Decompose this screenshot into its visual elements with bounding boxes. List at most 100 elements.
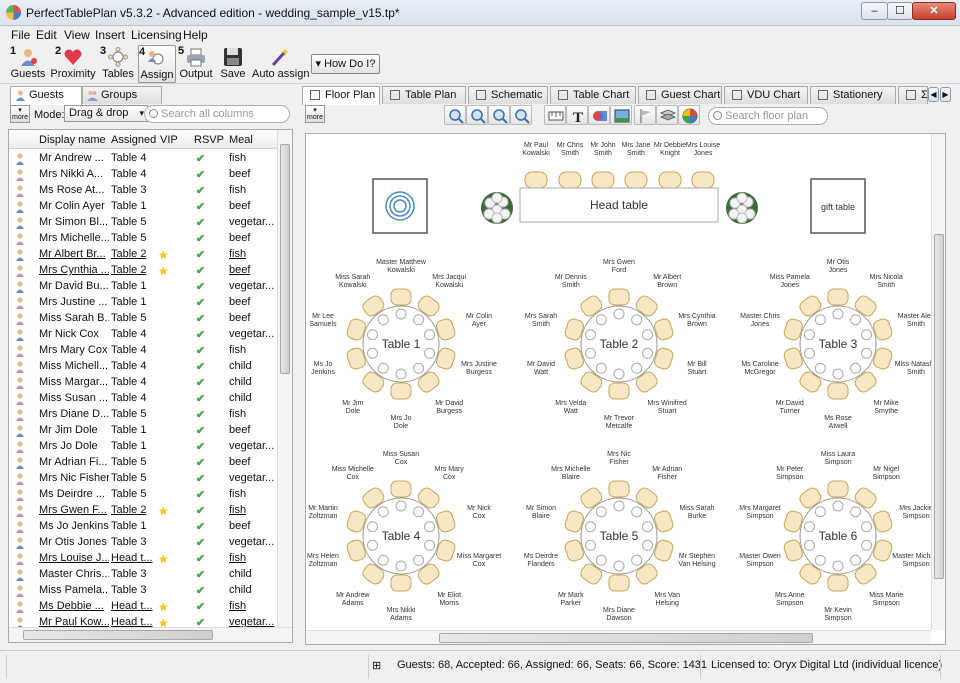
table-row[interactable]: Miss Susan ... Table 4 ✔ child [9,391,277,407]
tab-view-7[interactable]: Σ R [898,86,928,104]
table-row[interactable]: Mr David Bu... Table 1 ✔ vegetar... [9,279,277,295]
floor-search-input[interactable]: Search floor plan [708,107,828,125]
table-row[interactable]: Miss Michell... Table 4 ✔ child [9,359,277,375]
table-row[interactable]: Mr Otis Jones Table 3 ✔ vegetar... [9,535,277,551]
round-table[interactable]: Table 4 Miss Susan Cox Mrs Mary Cox Mr Nick Co… [307,451,501,622]
chair[interactable] [390,480,412,498]
round-table[interactable]: Table 1 Master Matthew Kowalski Mrs Jacqui K… [309,259,497,430]
chair[interactable] [608,382,630,400]
menu-file[interactable]: File [11,28,30,42]
tab-view-2[interactable]: Schematic [468,86,548,104]
tabs-scroll-right-button[interactable]: ▶ [940,87,951,102]
floor-plan-canvas[interactable]: Mr Paul Kowalski Mr Chris Smith Mr John Smith… [305,133,946,645]
chair[interactable] [390,288,412,306]
chair[interactable] [390,382,412,400]
color-palette-button[interactable] [678,105,700,125]
ruler-button[interactable] [544,105,566,125]
table-row[interactable]: Master Chris... Table 3 ✔ child [9,567,277,583]
table-row[interactable]: Mrs Nikki A... Table 4 ✔ beef [9,167,277,183]
menu-help[interactable]: Help [183,28,208,42]
head-table[interactable]: Mr Paul Kowalski Mr Chris Smith Mr John Smith… [519,142,720,223]
chair[interactable] [591,171,615,189]
guest-search-input[interactable]: Search all columns [144,105,290,123]
chair[interactable] [691,171,715,189]
tab-view-4[interactable]: Guest Chart [638,86,722,104]
chair[interactable] [608,574,630,592]
gift-table[interactable]: gift table [810,178,866,234]
col-vip[interactable]: VIP [160,134,178,146]
col-rsvp[interactable]: RSVP [194,134,224,146]
mode-select[interactable]: Drag & drop [64,105,148,122]
table-row[interactable]: Mrs Nic Fisher Table 5 ✔ vegetar... [9,471,277,487]
tab-view-1[interactable]: Table Plan [382,86,466,104]
tables-step-button[interactable]: 3 Tables [100,45,136,83]
table-row[interactable]: Mr Adrian Fi... Table 5 ✔ beef [9,455,277,471]
table-row[interactable]: Mrs Gwen F... Table 2 ★ ✔ fish [9,503,277,519]
output-step-button[interactable]: 5 Output [178,45,214,83]
table-row[interactable]: Mrs Mary Cox Table 4 ✔ fish [9,343,277,359]
round-table[interactable]: Table 3 Mr Otis Jones Mrs Nicola Smith Master… [740,259,937,430]
table-row[interactable]: Mrs Michelle... Table 5 ✔ beef [9,231,277,247]
chair[interactable] [658,171,682,189]
cake-table[interactable] [372,178,428,234]
zoom-reset-button[interactable] [510,105,532,125]
chair[interactable] [827,382,849,400]
proximity-step-button[interactable]: 2 Proximity [50,45,96,83]
scroll-thumb[interactable] [280,144,290,374]
how-do-i-button[interactable]: ▾ How Do I? [311,54,380,74]
guest-horizontal-scrollbar[interactable] [9,627,292,642]
table-row[interactable]: Mrs Cynthia ... Table 2 ★ ✔ beef [9,263,277,279]
table-row[interactable]: Ms Debbie ... Head t... ★ ✔ fish [9,599,277,615]
floor-h-scroll-thumb[interactable] [439,633,813,643]
shapes-button[interactable] [588,105,610,125]
tab-view-3[interactable]: Table Chart [550,86,636,104]
table-row[interactable]: Mrs Justine ... Table 1 ✔ beef [9,295,277,311]
menu-insert[interactable]: Insert [95,28,125,42]
floor-v-scroll-thumb[interactable] [934,234,944,579]
h-scroll-thumb[interactable] [23,630,213,640]
table-row[interactable]: Mr Nick Cox Table 4 ✔ vegetar... [9,327,277,343]
guests-step-button[interactable]: 1 Guests [10,45,46,83]
guests-more-button[interactable]: ▾ more [10,105,30,123]
chair[interactable] [827,480,849,498]
tab-groups[interactable]: Groups [82,86,162,104]
menu-edit[interactable]: Edit [36,28,57,42]
round-table[interactable]: Table 2 Mrs Gwen Ford Mr Albert Brown Mrs Cyn… [525,259,716,430]
menu-view[interactable]: View [64,28,90,42]
chair[interactable] [827,574,849,592]
chair[interactable] [558,171,582,189]
auto-assign-button[interactable]: Auto assign [252,45,309,83]
table-row[interactable]: Mr Albert Br... Table 2 ★ ✔ fish [9,247,277,263]
chair[interactable] [390,574,412,592]
col-meal[interactable]: Meal [229,134,253,146]
zoom-out-button[interactable] [488,105,510,125]
chair[interactable] [524,171,548,189]
zoom-fit-button[interactable] [444,105,466,125]
table-row[interactable]: Ms Deirdre ... Table 5 ✔ fish [9,487,277,503]
tab-view-6[interactable]: Stationery [810,86,896,104]
close-button[interactable]: ✕ [912,2,956,20]
table-row[interactable]: Ms Jo Jenkins Table 1 ✔ beef [9,519,277,535]
tab-view-5[interactable]: VDU Chart [724,86,808,104]
table-row[interactable]: Miss Sarah B... Table 5 ✔ beef [9,311,277,327]
round-table[interactable]: Table 6 Miss Laura Simpson Mr Nigel Simpson M… [739,451,940,622]
table-row[interactable]: Mr Simon Bl... Table 5 ✔ vegetar... [9,215,277,231]
table-row[interactable]: Mr Jim Dole Table 1 ✔ beef [9,423,277,439]
table-row[interactable]: Miss Pamela... Table 3 ✔ child [9,583,277,599]
chair[interactable] [827,288,849,306]
chair[interactable] [608,480,630,498]
flag-button[interactable] [634,105,656,125]
image-button[interactable] [610,105,632,125]
assign-step-button[interactable]: 4 Assign [138,45,176,83]
layers-button[interactable] [656,105,678,125]
guest-vertical-scrollbar[interactable] [277,130,292,627]
col-assigned[interactable]: Assigned [111,134,156,146]
floor-more-button[interactable]: ▾ more [305,105,325,123]
save-button[interactable]: Save [219,45,247,83]
chair[interactable] [608,288,630,306]
tab-guests[interactable]: Guests [10,86,82,105]
table-row[interactable]: Mr Colin Ayer Table 1 ✔ beef [9,199,277,215]
text-button[interactable]: T [566,105,588,126]
chair[interactable] [624,171,648,189]
tabs-scroll-left-button[interactable]: ◀ [928,87,939,102]
